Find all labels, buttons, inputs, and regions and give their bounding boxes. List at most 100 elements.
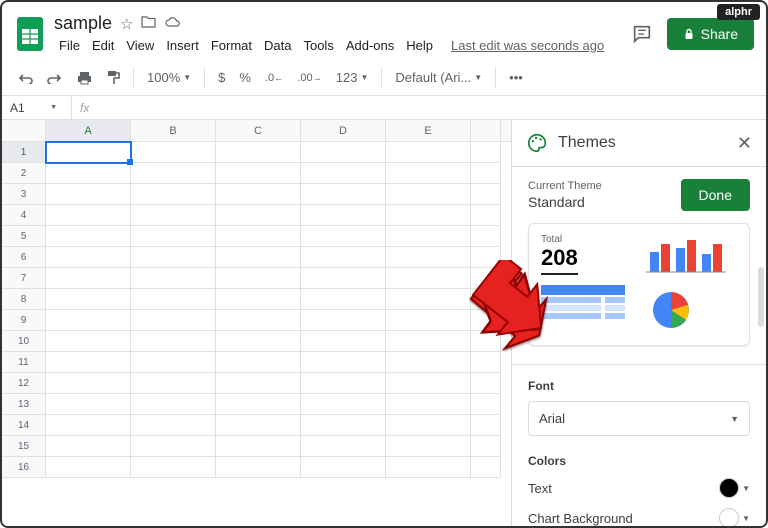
text-color-swatch[interactable]: ▼ [719, 478, 750, 498]
cell[interactable] [301, 247, 386, 268]
theme-preview-card[interactable]: Total 208 [528, 223, 750, 346]
name-box[interactable]: A1▼ [2, 96, 72, 119]
cell[interactable] [131, 289, 216, 310]
cell[interactable] [216, 184, 301, 205]
row-header[interactable]: 16 [2, 457, 46, 478]
row-header[interactable]: 12 [2, 373, 46, 394]
menu-tools[interactable]: Tools [298, 36, 338, 55]
menu-help[interactable]: Help [401, 36, 438, 55]
cell[interactable] [471, 457, 501, 478]
last-edit-link[interactable]: Last edit was seconds ago [446, 36, 609, 55]
cell[interactable] [131, 394, 216, 415]
cell[interactable] [301, 268, 386, 289]
menu-file[interactable]: File [54, 36, 85, 55]
cell[interactable] [471, 226, 501, 247]
cell[interactable] [46, 352, 131, 373]
cell[interactable] [216, 310, 301, 331]
paint-format-icon[interactable] [101, 66, 125, 89]
cell[interactable] [386, 415, 471, 436]
cell[interactable] [471, 310, 501, 331]
redo-icon[interactable] [42, 68, 68, 88]
row-header[interactable]: 6 [2, 247, 46, 268]
cell[interactable] [131, 310, 216, 331]
column-header[interactable]: A [46, 120, 131, 141]
cell[interactable] [471, 289, 501, 310]
cell[interactable] [471, 268, 501, 289]
font-family-dropdown[interactable]: Default (Ari...▼ [390, 67, 487, 88]
more-formats-dropdown[interactable]: 123▼ [331, 67, 374, 88]
spreadsheet-grid[interactable]: A B C D E 12345678910111213141516 [2, 120, 511, 526]
row-header[interactable]: 5 [2, 226, 46, 247]
cell[interactable] [46, 268, 131, 289]
cell[interactable] [301, 415, 386, 436]
zoom-dropdown[interactable]: 100%▼ [142, 67, 196, 88]
column-header[interactable] [471, 120, 501, 141]
cell[interactable] [301, 373, 386, 394]
cell[interactable] [131, 436, 216, 457]
row-header[interactable]: 13 [2, 394, 46, 415]
cell[interactable] [46, 415, 131, 436]
cell[interactable] [216, 205, 301, 226]
cell[interactable] [301, 184, 386, 205]
cell[interactable] [301, 394, 386, 415]
star-icon[interactable]: ☆ [120, 15, 133, 33]
cell[interactable] [46, 247, 131, 268]
undo-icon[interactable] [12, 68, 38, 88]
menu-data[interactable]: Data [259, 36, 296, 55]
cell[interactable] [386, 184, 471, 205]
cell[interactable] [471, 373, 501, 394]
cell[interactable] [301, 205, 386, 226]
cell[interactable] [131, 268, 216, 289]
cell[interactable] [301, 331, 386, 352]
cell[interactable] [131, 373, 216, 394]
row-header[interactable]: 4 [2, 205, 46, 226]
cell[interactable] [46, 331, 131, 352]
cell[interactable] [216, 436, 301, 457]
cell[interactable] [471, 247, 501, 268]
column-header[interactable]: E [386, 120, 471, 141]
row-header[interactable]: 15 [2, 436, 46, 457]
close-icon[interactable]: ✕ [737, 133, 752, 154]
cell[interactable] [131, 205, 216, 226]
cell[interactable] [301, 142, 386, 163]
cell[interactable] [46, 226, 131, 247]
cell[interactable] [216, 289, 301, 310]
cell[interactable] [216, 457, 301, 478]
row-header[interactable]: 8 [2, 289, 46, 310]
cell[interactable] [386, 373, 471, 394]
cell[interactable] [386, 163, 471, 184]
cell[interactable] [131, 247, 216, 268]
cell[interactable] [386, 352, 471, 373]
cell[interactable] [386, 205, 471, 226]
cell[interactable] [46, 163, 131, 184]
cell[interactable] [386, 226, 471, 247]
cell[interactable] [131, 352, 216, 373]
row-header[interactable]: 3 [2, 184, 46, 205]
share-button[interactable]: Share [667, 18, 754, 50]
document-title[interactable]: sample [54, 13, 112, 34]
chart-bg-color-swatch[interactable]: ▼ [719, 508, 750, 526]
cell[interactable] [471, 436, 501, 457]
menu-view[interactable]: View [121, 36, 159, 55]
cell[interactable] [131, 415, 216, 436]
cell[interactable] [131, 331, 216, 352]
cell[interactable] [216, 394, 301, 415]
cell[interactable] [386, 310, 471, 331]
cell[interactable] [301, 352, 386, 373]
row-header[interactable]: 2 [2, 163, 46, 184]
cell[interactable] [471, 163, 501, 184]
cell[interactable] [301, 457, 386, 478]
cell[interactable] [216, 373, 301, 394]
theme-font-dropdown[interactable]: Arial ▼ [528, 401, 750, 436]
move-folder-icon[interactable] [141, 15, 156, 32]
panel-scrollbar[interactable] [758, 267, 764, 327]
cell[interactable] [216, 352, 301, 373]
cell[interactable] [386, 394, 471, 415]
column-header[interactable]: D [301, 120, 386, 141]
cell[interactable] [216, 247, 301, 268]
cloud-status-icon[interactable] [164, 15, 181, 32]
row-header[interactable]: 9 [2, 310, 46, 331]
cell[interactable] [46, 184, 131, 205]
cell[interactable] [301, 163, 386, 184]
sheets-logo-icon[interactable] [14, 13, 46, 55]
